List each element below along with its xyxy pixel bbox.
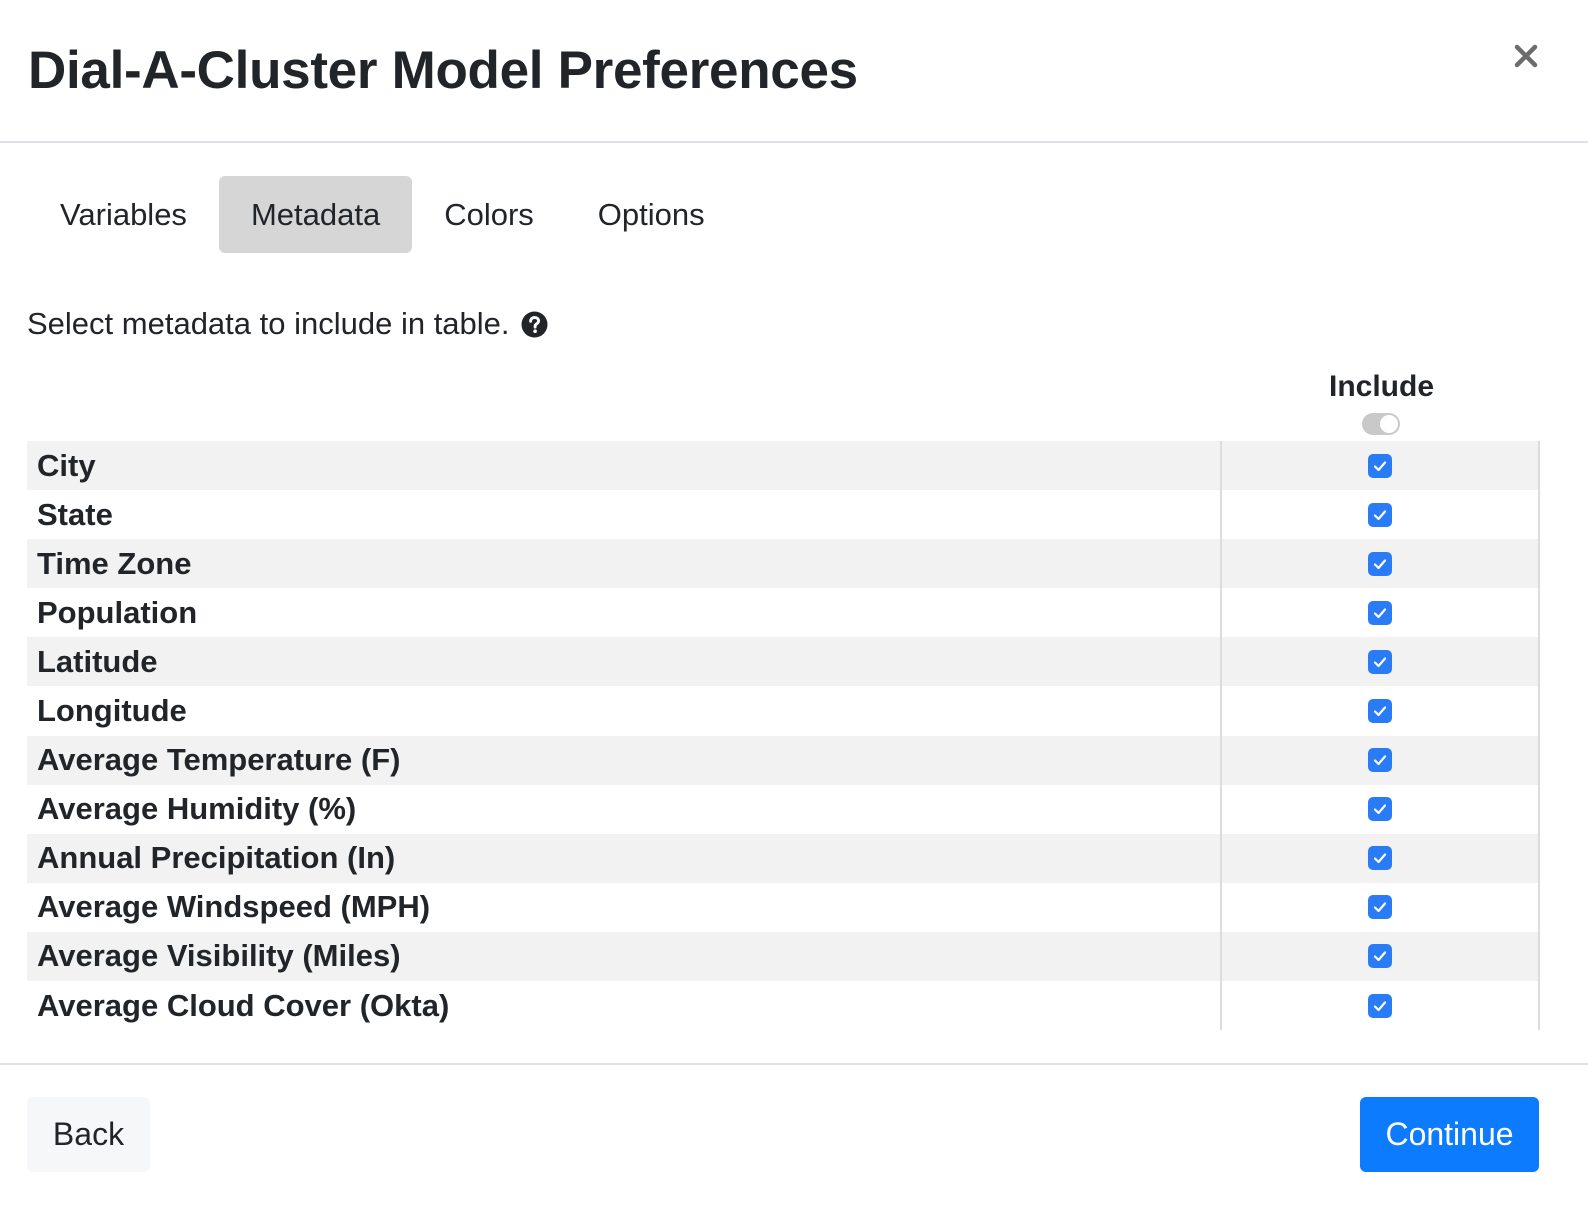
dialog-title: Dial-A-Cluster Model Preferences — [28, 41, 858, 100]
metadata-table: City State Time Zone Population Latitude Long… — [27, 441, 1540, 1031]
include-cell — [1222, 490, 1538, 539]
table-row: Average Visibility (Miles) — [27, 931, 1538, 982]
include-cell — [1222, 539, 1538, 588]
table-row: Annual Precipitation (In) — [27, 833, 1538, 883]
metadata-label: Average Temperature (F) — [27, 735, 1222, 785]
tab-options[interactable]: Options — [566, 176, 737, 253]
include-checkbox[interactable] — [1368, 649, 1392, 674]
include-cell — [1222, 441, 1538, 490]
include-checkbox[interactable] — [1368, 699, 1392, 724]
metadata-label: City — [27, 441, 1222, 491]
toggle-knob — [1380, 415, 1398, 433]
include-column-header: Include — [1328, 370, 1434, 403]
table-row: Average Humidity (%) — [27, 784, 1538, 834]
metadata-label: Annual Precipitation (In) — [27, 833, 1222, 883]
include-cell — [1222, 686, 1538, 735]
table-row: Longitude — [27, 686, 1538, 736]
include-checkbox[interactable] — [1368, 944, 1392, 969]
instructions-text: Select metadata to include in table. — [27, 306, 510, 341]
include-checkbox[interactable] — [1368, 600, 1392, 625]
table-row: Average Windspeed (MPH) — [27, 882, 1538, 932]
metadata-label: Longitude — [27, 686, 1222, 736]
include-cell — [1222, 785, 1538, 834]
include-checkbox[interactable] — [1368, 551, 1392, 576]
dialog-footer: Back Continue — [0, 1063, 1588, 1212]
tab-metadata[interactable]: Metadata — [218, 176, 413, 253]
table-row: Population — [27, 588, 1538, 638]
close-button[interactable] — [1502, 32, 1550, 80]
include-cell — [1222, 883, 1538, 932]
include-checkbox[interactable] — [1368, 748, 1392, 773]
tab-variables[interactable]: Variables — [28, 176, 219, 253]
include-checkbox[interactable] — [1368, 895, 1392, 920]
metadata-label: Average Cloud Cover (Okta) — [27, 981, 1222, 1031]
metadata-label: Time Zone — [27, 539, 1222, 589]
table-row: State — [27, 490, 1538, 540]
include-checkbox[interactable] — [1368, 797, 1392, 822]
table-row: Latitude — [27, 637, 1538, 687]
dialog-header: Dial-A-Cluster Model Preferences — [0, 0, 1588, 143]
include-checkbox[interactable] — [1368, 993, 1392, 1018]
metadata-label: Average Windspeed (MPH) — [27, 882, 1222, 932]
table-row: Time Zone — [27, 539, 1538, 589]
metadata-label: Population — [27, 588, 1222, 638]
back-button[interactable]: Back — [27, 1097, 150, 1172]
include-cell — [1222, 588, 1538, 637]
include-cell — [1222, 736, 1538, 785]
table-row: Average Temperature (F) — [27, 735, 1538, 785]
help-icon[interactable] — [521, 311, 548, 338]
include-all-toggle[interactable] — [1362, 413, 1400, 435]
tab-colors[interactable]: Colors — [412, 176, 566, 253]
close-icon — [1514, 44, 1538, 68]
include-checkbox[interactable] — [1368, 846, 1392, 871]
include-cell — [1222, 834, 1538, 883]
table-row: City — [27, 441, 1538, 491]
include-checkbox[interactable] — [1368, 453, 1392, 478]
table-row: Average Cloud Cover (Okta) — [27, 981, 1538, 1031]
include-checkbox[interactable] — [1368, 502, 1392, 527]
continue-button[interactable]: Continue — [1360, 1097, 1539, 1172]
metadata-label: Average Visibility (Miles) — [27, 931, 1222, 982]
tab-bar: Variables Metadata Colors Options — [28, 176, 737, 253]
metadata-label: Average Humidity (%) — [27, 784, 1222, 834]
include-cell — [1222, 981, 1538, 1030]
include-cell — [1222, 637, 1538, 686]
include-cell — [1222, 932, 1538, 981]
preferences-dialog: Dial-A-Cluster Model Preferences Variabl… — [0, 0, 1588, 1212]
metadata-label: Latitude — [27, 637, 1222, 687]
metadata-label: State — [27, 490, 1222, 540]
instructions: Select metadata to include in table. — [27, 304, 548, 344]
